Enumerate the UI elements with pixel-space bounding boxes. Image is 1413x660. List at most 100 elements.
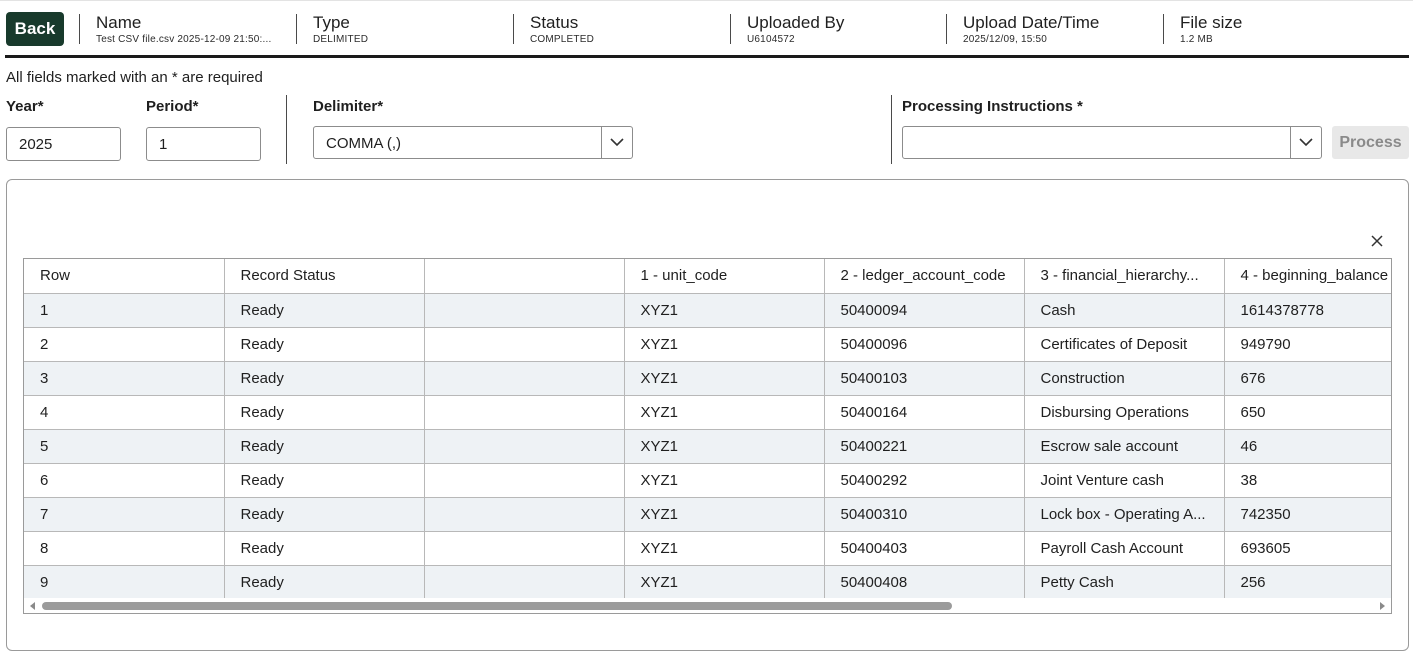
file-header: Back Name Test CSV file.csv 2025-12-09 2… [0,0,1413,58]
table-row[interactable]: 4 Ready XYZ1 50400164 Disbursing Operations 6… [24,395,1391,430]
table-cell: 742350 [1224,497,1391,532]
table-row[interactable]: 1 Ready XYZ1 50400094 Cash 1614378778 [24,293,1391,328]
table-cell: 4 [24,395,225,430]
records-table-container[interactable]: Row Record Status 1 - unit_code 2 - ledg… [23,258,1392,614]
back-button[interactable]: Back [6,12,64,46]
table-cell: Ready [224,361,425,396]
meta-status-label: Status [530,13,579,32]
table-cell: Escrow sale account [1024,429,1225,464]
processing-instructions-label: Processing Instructions * [902,98,1083,115]
processing-instructions-dropdown-toggle[interactable] [1290,127,1321,158]
period-input[interactable] [146,127,261,161]
meta-uploaded-by-value: U6104572 [747,34,795,45]
table-cell: XYZ1 [624,565,825,600]
table-cell: 650 [1224,395,1391,430]
meta-name: Name Test CSV file.csv 2025-12-09 21:50:… [79,14,297,45]
meta-uploaded-by: Uploaded By U6104572 [730,13,946,45]
table-cell: 9 [24,565,225,600]
chevron-down-icon [1299,138,1313,147]
meta-status-value: COMPLETED [530,34,595,45]
meta-type-value: DELIMITED [313,34,369,45]
table-cell: 46 [1224,429,1391,464]
meta-uploaded-by-label: Uploaded By [747,13,845,32]
table-cell: 38 [1224,463,1391,498]
table-cell: Joint Venture cash [1024,463,1225,498]
form-divider [891,95,892,164]
delimiter-value: COMMA (,) [326,135,401,152]
table-cell: Payroll Cash Account [1024,531,1225,566]
table-row[interactable]: 3 Ready XYZ1 50400103 Construction 676 [24,361,1391,396]
meta-file-size-value: 1.2 MB [1180,34,1213,45]
form-divider [286,95,287,164]
column-header[interactable] [424,259,625,294]
table-cell: Ready [224,565,425,600]
delimiter-select[interactable]: COMMA (,) [313,126,633,159]
delimiter-dropdown-toggle[interactable] [601,127,632,158]
table-cell: XYZ1 [624,395,825,430]
process-button[interactable]: Process [1332,126,1409,159]
caret-left-icon[interactable] [28,601,38,611]
horizontal-scrollbar[interactable] [24,598,1391,613]
column-header[interactable]: 2 - ledger_account_code [824,259,1025,294]
delimiter-label: Delimiter* [313,98,384,115]
meta-status: Status COMPLETED [513,13,731,45]
table-cell [424,531,625,566]
table-cell: Ready [224,531,425,566]
table-cell: Ready [224,429,425,464]
header-divider [5,55,1409,58]
table-cell: Cash [1024,293,1225,328]
table-cell: 50400221 [824,429,1025,464]
table-cell [424,395,625,430]
table-header-row: Row Record Status 1 - unit_code 2 - ledg… [24,259,1391,294]
meta-file-size: File size 1.2 MB [1163,14,1313,45]
table-cell: Ready [224,497,425,532]
table-cell [424,429,625,464]
chevron-down-icon [610,138,624,147]
table-cell: 693605 [1224,531,1391,566]
table-cell: 3 [24,361,225,396]
table-row[interactable]: 9 Ready XYZ1 50400408 Petty Cash 256 [24,565,1391,600]
column-header[interactable]: 4 - beginning_balance [1224,259,1391,294]
table-cell [424,497,625,532]
table-cell: 7 [24,497,225,532]
table-cell: Ready [224,293,425,328]
table-cell: 50400408 [824,565,1025,600]
table-cell [424,327,625,362]
year-input[interactable] [6,127,121,161]
table-cell: 1614378778 [1224,293,1391,328]
year-label: Year* [6,98,44,115]
table-cell: 50400164 [824,395,1025,430]
table-cell: XYZ1 [624,361,825,396]
table-body: 1 Ready XYZ1 50400094 Cash 1614378778 2 Ready XY… [24,293,1391,600]
table-cell [424,463,625,498]
table-cell: XYZ1 [624,327,825,362]
table-cell: XYZ1 [624,497,825,532]
column-header[interactable]: 3 - financial_hierarchy... [1024,259,1225,294]
column-header[interactable]: 1 - unit_code [624,259,825,294]
table-row[interactable]: 8 Ready XYZ1 50400403 Payroll Cash Account 69… [24,531,1391,566]
meta-upload-date-label: Upload Date/Time [963,13,1100,32]
table-cell: 50400094 [824,293,1025,328]
table-cell: Ready [224,327,425,362]
table-row[interactable]: 2 Ready XYZ1 50400096 Certificates of Deposi… [24,327,1391,362]
table-cell: 1 [24,293,225,328]
processing-instructions-select[interactable] [902,126,1322,159]
column-header[interactable]: Record Status [224,259,425,294]
table-row[interactable]: 6 Ready XYZ1 50400292 Joint Venture cash 38 [24,463,1391,498]
column-header[interactable]: Row [24,259,225,294]
close-icon[interactable] [1368,232,1386,250]
table-cell: Disbursing Operations [1024,395,1225,430]
required-fields-note: All fields marked with an * are required [6,69,263,86]
meta-upload-date-value: 2025/12/09, 15:50 [963,34,1048,45]
table-cell: 50400310 [824,497,1025,532]
table-cell [424,361,625,396]
table-cell: XYZ1 [624,531,825,566]
table-cell [424,293,625,328]
table-row[interactable]: 5 Ready XYZ1 50400221 Escrow sale account 46 [24,429,1391,464]
table-cell: Ready [224,395,425,430]
scrollbar-thumb[interactable] [42,602,952,610]
table-row[interactable]: 7 Ready XYZ1 50400310 Lock box - Operating A… [24,497,1391,532]
table-cell: XYZ1 [624,429,825,464]
table-cell: Petty Cash [1024,565,1225,600]
caret-right-icon[interactable] [1377,601,1387,611]
